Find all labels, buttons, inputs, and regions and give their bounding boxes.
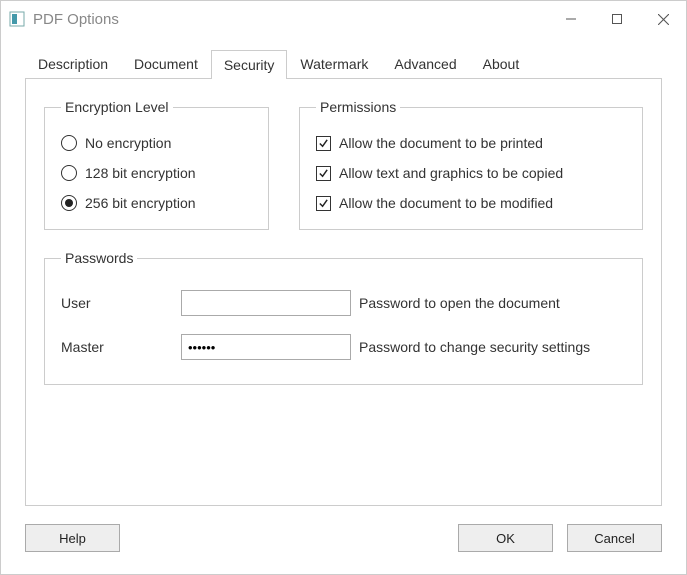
password-row-user: User Password to open the document — [61, 290, 626, 316]
user-password-description: Password to open the document — [359, 295, 626, 311]
passwords-legend: Passwords — [61, 250, 137, 266]
radio-label: 128 bit encryption — [85, 165, 196, 181]
window-controls — [548, 1, 686, 37]
tab-panel-security: Encryption Level No encryption 128 bit e… — [25, 78, 662, 506]
master-password-description: Password to change security settings — [359, 339, 626, 355]
app-icon — [9, 11, 25, 27]
permissions-legend: Permissions — [316, 99, 400, 115]
tab-security[interactable]: Security — [211, 50, 288, 79]
ok-button[interactable]: OK — [458, 524, 553, 552]
tab-description[interactable]: Description — [25, 49, 121, 78]
tab-watermark[interactable]: Watermark — [287, 49, 381, 78]
passwords-group: Passwords User Password to open the docu… — [44, 250, 643, 385]
tab-about[interactable]: About — [470, 49, 533, 78]
encryption-legend: Encryption Level — [61, 99, 173, 115]
radio-128-bit[interactable]: 128 bit encryption — [61, 165, 252, 181]
radio-icon — [61, 165, 77, 181]
dialog-buttons: Help OK Cancel — [1, 506, 686, 574]
checkbox-allow-print[interactable]: Allow the document to be printed — [316, 135, 626, 151]
checkbox-allow-modify[interactable]: Allow the document to be modified — [316, 195, 626, 211]
radio-icon — [61, 135, 77, 151]
tab-advanced[interactable]: Advanced — [381, 49, 469, 78]
titlebar: PDF Options — [1, 1, 686, 37]
maximize-button[interactable] — [594, 1, 640, 37]
user-password-label: User — [61, 295, 181, 311]
password-row-master: Master Password to change security setti… — [61, 334, 626, 360]
radio-no-encryption[interactable]: No encryption — [61, 135, 252, 151]
checkmark-icon — [316, 166, 331, 181]
radio-label: 256 bit encryption — [85, 195, 196, 211]
checkmark-icon — [316, 196, 331, 211]
checkbox-label: Allow the document to be modified — [339, 195, 553, 211]
encryption-group: Encryption Level No encryption 128 bit e… — [44, 99, 269, 230]
radio-icon — [61, 195, 77, 211]
tab-bar: Description Document Security Watermark … — [25, 49, 662, 78]
cancel-button[interactable]: Cancel — [567, 524, 662, 552]
checkmark-icon — [316, 136, 331, 151]
help-button[interactable]: Help — [25, 524, 120, 552]
dialog-content: Description Document Security Watermark … — [1, 37, 686, 506]
checkbox-label: Allow the document to be printed — [339, 135, 543, 151]
button-spacer — [134, 524, 444, 552]
radio-256-bit[interactable]: 256 bit encryption — [61, 195, 252, 211]
close-button[interactable] — [640, 1, 686, 37]
window-title: PDF Options — [33, 11, 548, 28]
tab-document[interactable]: Document — [121, 49, 211, 78]
master-password-label: Master — [61, 339, 181, 355]
user-password-input[interactable] — [181, 290, 351, 316]
minimize-button[interactable] — [548, 1, 594, 37]
checkbox-allow-copy[interactable]: Allow text and graphics to be copied — [316, 165, 626, 181]
radio-label: No encryption — [85, 135, 171, 151]
permissions-group: Permissions Allow the document to be pri… — [299, 99, 643, 230]
checkbox-label: Allow text and graphics to be copied — [339, 165, 563, 181]
master-password-input[interactable] — [181, 334, 351, 360]
